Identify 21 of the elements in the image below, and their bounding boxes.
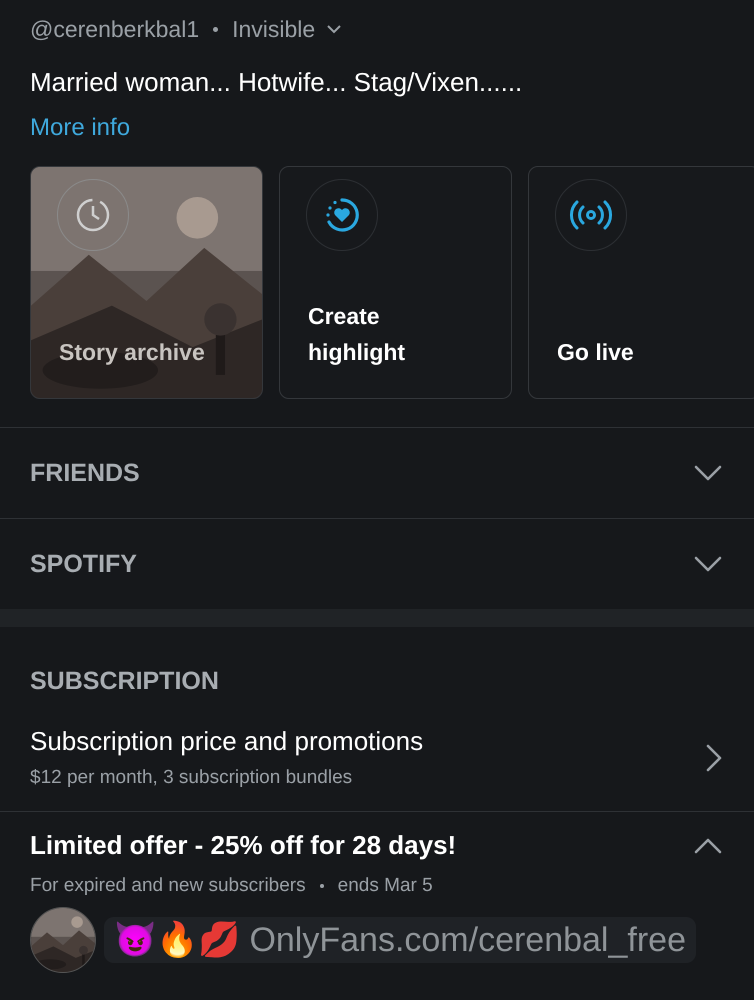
more-info-link[interactable]: More info [30,114,130,142]
post-text: 😈🔥💋 OnlyFans.com/cerenbal_free [104,917,696,963]
section-title: SPOTIFY [30,550,137,578]
go-live-card[interactable]: Go live [528,166,754,399]
username: @cerenberkbal1 [30,16,200,43]
offer-end-date: ends Mar 5 [338,875,433,897]
section-title: FRIENDS [30,458,140,488]
chevron-icon[interactable] [706,744,722,772]
subscription-price-details: $12 per month, 3 subscription bundles [30,767,354,789]
bio-text: Married woman... Hotwife... Stag/Vixen...... [30,67,524,98]
story-archive-card[interactable]: Story archive [30,166,263,399]
chevron-icon[interactable] [694,465,722,481]
chevron-icon[interactable] [694,838,722,854]
status-dropdown[interactable]: Invisible [232,16,342,43]
section-title: SUBSCRIPTION [30,667,220,696]
chevron-icon[interactable] [694,556,722,572]
offer-title: Limited offer - 25% off for 28 days! [30,830,456,861]
caret-icon [327,25,342,34]
create-highlight-card[interactable]: Create highlight [279,166,512,399]
subscription-price-title: Subscription price and promotions [30,726,424,757]
offer-audience: For expired and new subscribers [30,875,306,897]
